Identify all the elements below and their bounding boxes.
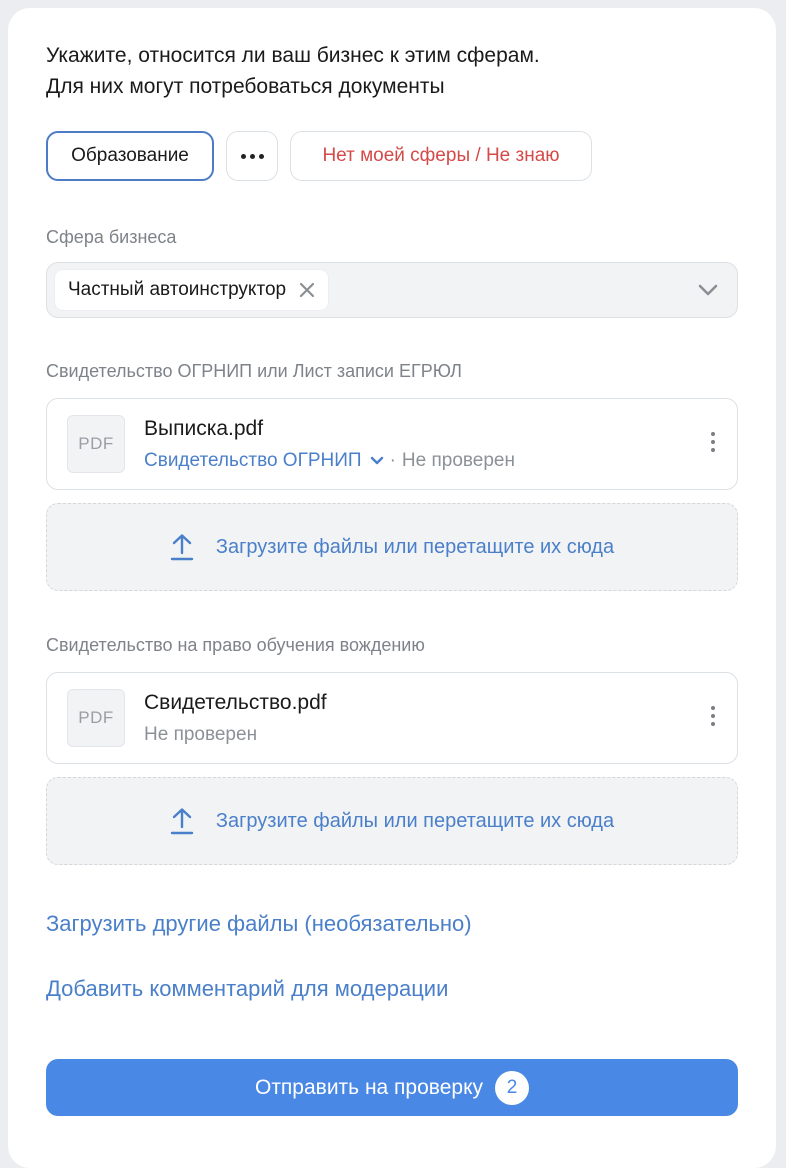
section2-label: Свидетельство на право обучения вождению — [46, 635, 425, 655]
file-status: Не проверен — [144, 724, 258, 745]
document-type-dropdown[interactable]: Свидетельство ОГРНИП — [144, 450, 362, 472]
chip-no-sphere[interactable]: Нет моей сферы / Не знаю — [290, 131, 592, 181]
upload-icon — [170, 808, 194, 835]
section1-label: Свидетельство ОГРНИП или Лист записи ЕГР… — [46, 361, 462, 381]
add-comment-link[interactable]: Добавить комментарий для модерации — [46, 976, 448, 1002]
meta-separator: · — [389, 450, 396, 471]
file-name: Выписка.pdf — [144, 417, 264, 440]
page-title: Укажите, относится ли ваш бизнес к этим … — [46, 40, 746, 102]
business-sphere-label: Сфера бизнеса — [46, 227, 177, 247]
file-meta: Свидетельство ОГРНИП · Не проверен — [144, 450, 515, 472]
more-dots-icon — [240, 153, 264, 159]
upload-icon — [170, 534, 194, 561]
business-sphere-select[interactable]: Частный автоинструктор — [46, 262, 738, 318]
title-line-2: Для них могут потребоваться документы — [46, 75, 445, 98]
file-meta: Не проверен — [144, 724, 257, 746]
upload-other-files-link[interactable]: Загрузить другие файлы (необязательно) — [46, 911, 472, 937]
chip-education[interactable]: Образование — [46, 131, 214, 181]
remove-tag-icon[interactable] — [298, 281, 316, 299]
chevron-down-icon[interactable] — [370, 456, 384, 466]
upload-dropzone[interactable]: Загрузите файлы или перетащите их сюда — [46, 503, 738, 591]
count-badge: 2 — [495, 1070, 529, 1105]
file-name: Свидетельство.pdf — [144, 691, 327, 714]
selected-tag-label: Частный автоинструктор — [68, 279, 287, 300]
file-item-svidetelstvo[interactable]: PDF Свидетельство.pdf Не проверен — [46, 672, 738, 764]
pdf-icon: PDF — [67, 415, 125, 473]
title-line-1: Укажите, относится ли ваш бизнес к этим … — [46, 44, 540, 67]
selected-tag: Частный автоинструктор — [55, 270, 329, 310]
file-status: Не проверен — [401, 450, 515, 471]
kebab-menu-icon[interactable] — [711, 706, 715, 726]
chevron-down-icon[interactable] — [697, 282, 719, 298]
submit-label: Отправить на проверку — [254, 1075, 483, 1099]
file-item-vypiska[interactable]: PDF Выписка.pdf Свидетельство ОГРНИП · Н… — [46, 398, 738, 490]
upload-dropzone[interactable]: Загрузите файлы или перетащите их сюда — [46, 777, 738, 865]
pdf-icon: PDF — [67, 689, 125, 747]
upload-label: Загрузите файлы или перетащите их сюда — [215, 535, 615, 558]
submit-button[interactable]: Отправить на проверку 2 — [46, 1059, 738, 1116]
kebab-menu-icon[interactable] — [711, 432, 715, 452]
upload-label: Загрузите файлы или перетащите их сюда — [215, 809, 615, 832]
more-chip-button[interactable] — [226, 131, 278, 181]
